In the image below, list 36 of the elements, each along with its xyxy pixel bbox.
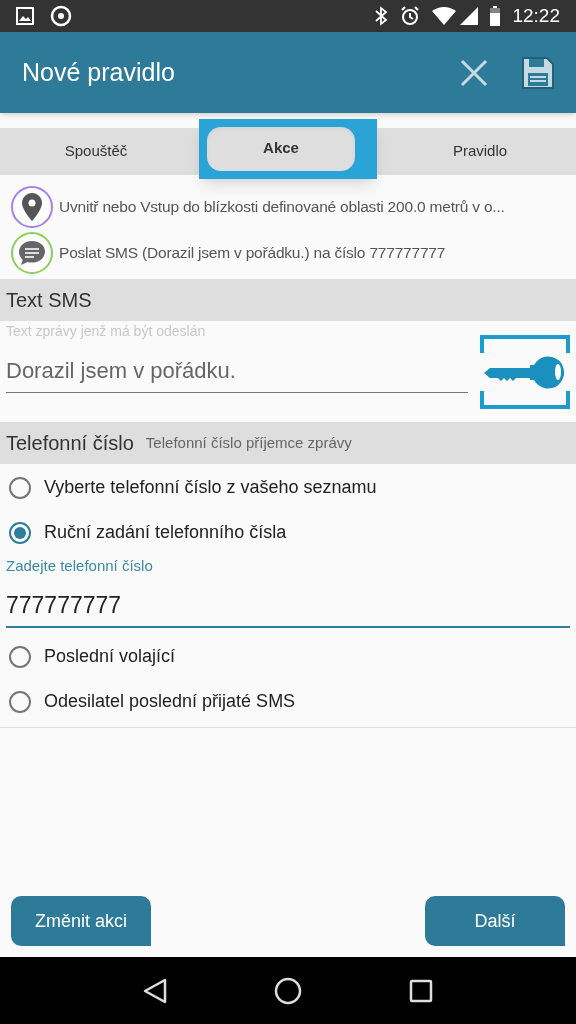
wifi-icon (432, 7, 457, 25)
alarm-icon (400, 6, 421, 26)
key-icon (480, 334, 570, 409)
recents-icon[interactable] (408, 978, 433, 1003)
tab[interactable]: Pravidlo (444, 136, 516, 167)
section-title: Telefonní číslo (6, 431, 134, 456)
circle-dot-icon (50, 5, 72, 27)
option-label: Ruční zadání telefonního čísla (44, 521, 287, 544)
option-label: Odesilatel poslední přijaté SMS (44, 690, 296, 713)
tab[interactable]: Spouštěč (56, 136, 136, 167)
radio-button[interactable] (9, 476, 31, 499)
close-icon (459, 57, 489, 88)
section-title: Text SMS (6, 288, 92, 313)
field-label: Zadejte telefonní číslo (6, 556, 154, 576)
key-button[interactable] (480, 334, 570, 409)
home-icon[interactable] (274, 976, 302, 1005)
section-subtitle: Telefonní číslo příjemce zprávy (145, 432, 352, 453)
screen-title: Nové pravidlo (22, 56, 176, 88)
next-button[interactable]: Další (425, 896, 565, 946)
phone-number-field[interactable]: 777777777 (6, 587, 570, 628)
back-icon[interactable] (143, 977, 168, 1004)
battery-icon (490, 6, 501, 26)
signal-icon (460, 7, 479, 25)
change-action-button[interactable]: Změnit akci (11, 896, 151, 946)
summary-text: Uvnitř nebo Vstup do blízkosti definované oblasti 200.0 metrů v o... (59, 197, 505, 218)
option-label: Poslední volající (44, 645, 176, 668)
image-icon (16, 7, 34, 25)
radio-button[interactable] (9, 690, 31, 713)
option-label: Vyberte telefonní číslo z vašeho seznamu (44, 476, 377, 499)
bluetooth-icon (374, 6, 389, 26)
radio-button[interactable] (9, 645, 31, 668)
clock-time: 12:22 (512, 3, 560, 28)
radio-button[interactable] (9, 521, 31, 544)
summary-text: Poslat SMS (Dorazil jsem v pořádku.) na číslo 777777777 (59, 243, 446, 264)
sms-text-field[interactable]: Dorazil jsem v pořádku. (6, 354, 468, 393)
tab[interactable]: Akce (199, 118, 377, 179)
